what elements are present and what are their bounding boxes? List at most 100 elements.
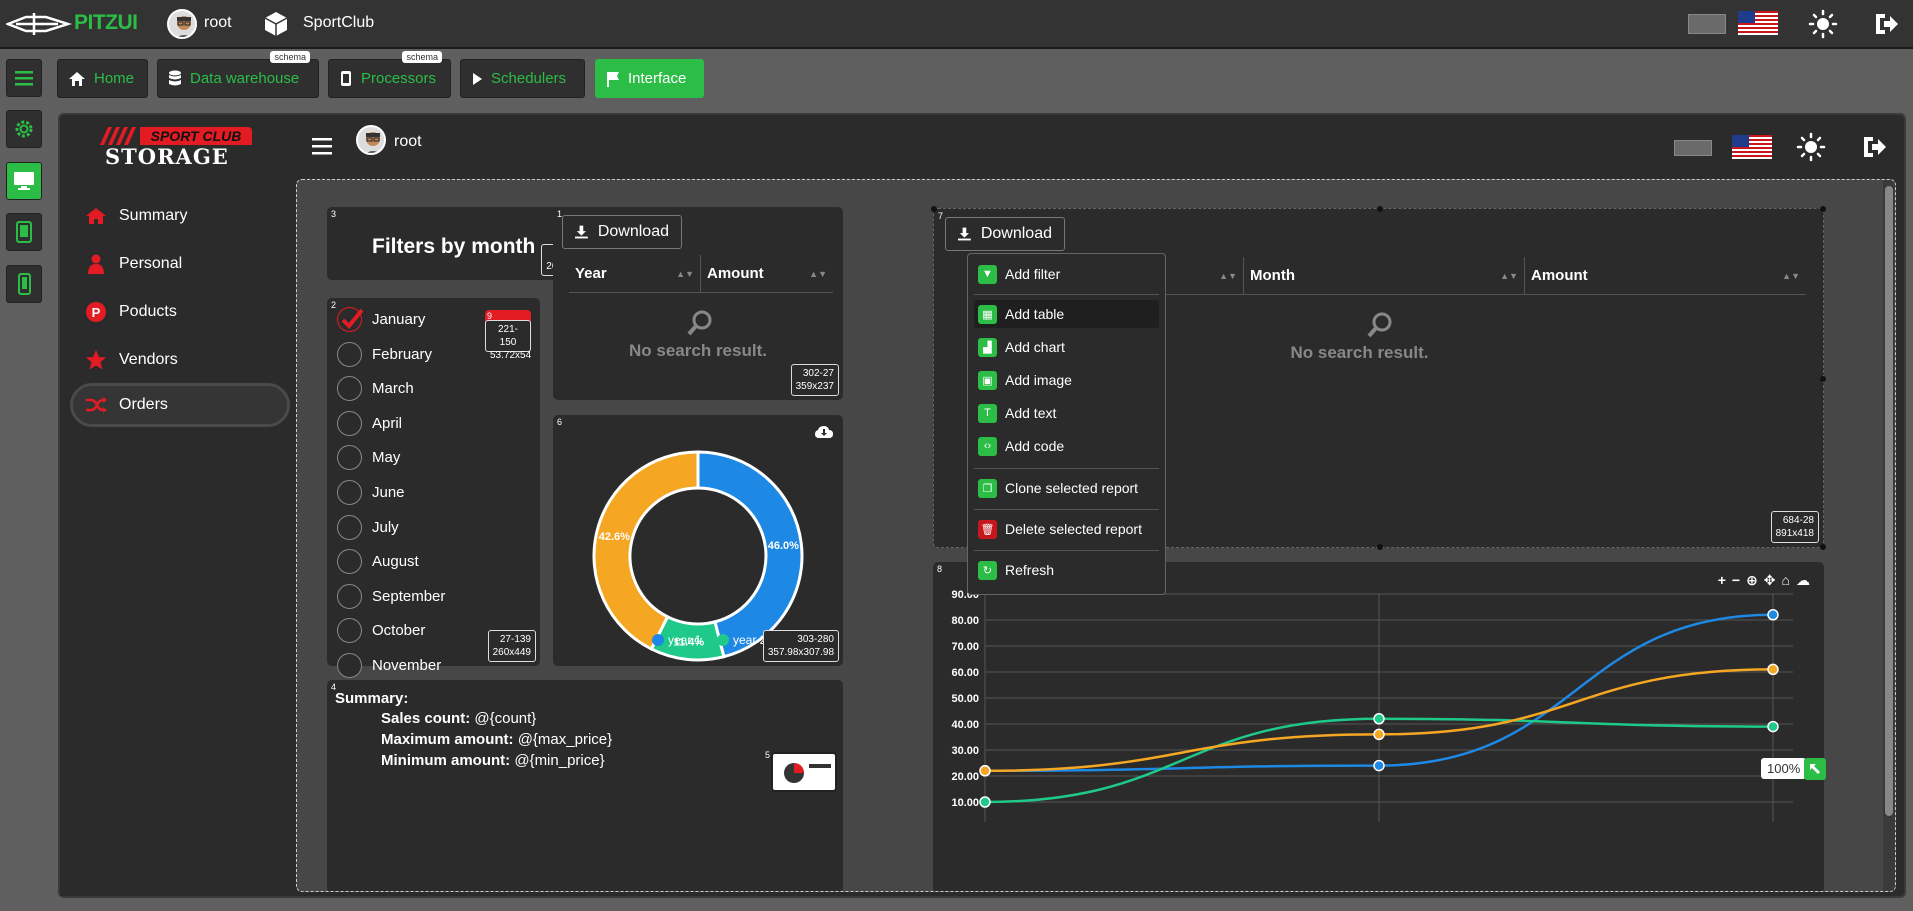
donut-chart-panel[interactable]: 6 46.0%11.4%42.6%year 1year 2year 3 303-…	[553, 415, 843, 666]
resize-handle[interactable]	[1377, 206, 1383, 212]
radio-icon[interactable]	[337, 376, 362, 402]
tablet-view-button[interactable]	[6, 213, 42, 251]
col-month[interactable]: Month ▲▼	[1244, 257, 1525, 294]
sidebar-item-poducts[interactable]: P Poducts	[80, 292, 300, 332]
data-point[interactable]	[1767, 720, 1779, 733]
legend-marker[interactable]	[652, 634, 664, 646]
month-option[interactable]: September	[337, 583, 445, 609]
menu-add-table[interactable]: ▦ Add table	[974, 300, 1159, 328]
menu-add-text[interactable]: T Add text	[974, 399, 1159, 427]
y-tick-label: 50.00	[951, 693, 979, 705]
year-amount-table-panel[interactable]: 1 Download Year ▲▼ Amount ▲▼ No search res…	[553, 207, 843, 400]
nav-processors-button[interactable]: schema Processors	[328, 51, 451, 98]
filters-title-panel[interactable]: 3 Filters by month 27-27261x92	[327, 207, 588, 280]
report-thumbnail[interactable]	[771, 752, 837, 792]
data-point[interactable]	[1767, 609, 1779, 621]
app-hamburger-icon[interactable]	[312, 137, 332, 155]
col-amount[interactable]: Amount ▲▼	[701, 255, 833, 292]
radio-icon[interactable]	[337, 480, 362, 505]
month-option[interactable]: May	[337, 445, 400, 471]
month-option[interactable]: January	[337, 307, 425, 332]
desktop-view-button[interactable]	[6, 162, 42, 200]
mobile-view-button[interactable]	[6, 265, 42, 303]
app-user-name[interactable]: root	[394, 133, 422, 151]
data-point[interactable]	[979, 765, 991, 777]
app-language-flag-other[interactable]	[1674, 140, 1712, 156]
line-chart-panel[interactable]: 8 + − ⊕ ✥ ⌂ ☁ 90.00 80.00 70.00 60.00 50.00 4…	[933, 562, 1826, 891]
menu-add-filter[interactable]: ▼ Add filter	[974, 260, 1159, 288]
menu-add-code[interactable]: ‹› Add code	[974, 432, 1159, 460]
app-logout-icon[interactable]	[1860, 133, 1888, 161]
month-option[interactable]: July	[337, 514, 399, 540]
canvas-scrollbar[interactable]	[1883, 180, 1895, 891]
resize-handle[interactable]	[1820, 206, 1826, 212]
donut-slice[interactable]	[592, 450, 700, 651]
month-filter-panel[interactable]: 2 January February March April May June July Au…	[327, 298, 540, 713]
col-amount[interactable]: Amount ▲▼	[1525, 257, 1806, 294]
language-flag-other[interactable]	[1688, 14, 1726, 34]
sidebar-item-vendors[interactable]: Vendors	[80, 340, 300, 380]
expand-button[interactable]	[1804, 758, 1826, 780]
data-point[interactable]	[1373, 759, 1385, 772]
resize-handle[interactable]	[931, 206, 937, 212]
radio-icon[interactable]	[337, 341, 362, 367]
nav-interface-button[interactable]: Interface	[595, 59, 704, 98]
chip-icon	[341, 71, 351, 86]
menu-delete-report[interactable]: 🗑 Delete selected report	[974, 515, 1159, 543]
app-theme-sun-icon[interactable]	[1796, 132, 1826, 162]
sidebar-item-summary[interactable]: Summary	[80, 196, 300, 236]
month-option[interactable]: March	[337, 376, 414, 402]
month-option[interactable]: June	[337, 480, 405, 505]
download-button[interactable]: Download	[945, 217, 1065, 251]
menu-add-image[interactable]: ▣ Add image	[974, 366, 1159, 394]
month-option[interactable]: April	[337, 410, 402, 436]
menu-clone-report[interactable]: ❐ Clone selected report	[974, 474, 1159, 502]
month-option[interactable]: November	[337, 653, 441, 678]
logout-icon[interactable]	[1872, 10, 1900, 38]
nav-data-warehouse-button[interactable]: schema Data warehouse	[157, 51, 319, 98]
menu-add-chart[interactable]: ▟ Add chart	[974, 333, 1159, 361]
legend-marker[interactable]	[717, 634, 729, 646]
resize-handle[interactable]	[1377, 544, 1383, 550]
download-button[interactable]: Download	[562, 215, 682, 249]
month-option[interactable]: August	[337, 549, 419, 575]
settings-button[interactable]	[6, 110, 42, 148]
sidebar-item-label: Poducts	[119, 303, 177, 320]
legend-label[interactable]: year 1	[668, 633, 702, 647]
month-option[interactable]: October	[337, 618, 426, 644]
data-point[interactable]	[1767, 663, 1779, 676]
radio-icon[interactable]	[337, 549, 362, 575]
sidebar-item-personal[interactable]: Personal	[80, 244, 300, 284]
data-point[interactable]	[1373, 728, 1385, 741]
data-point[interactable]	[979, 796, 991, 808]
app-language-flag-us[interactable]	[1732, 135, 1772, 159]
user-name[interactable]: root	[204, 14, 232, 32]
calendar-widget[interactable]: 9 221-150 53.72x54	[485, 310, 531, 361]
col-year[interactable]: Year ▲▼	[569, 255, 701, 292]
radio-icon[interactable]	[337, 583, 362, 609]
resize-handle[interactable]	[1820, 544, 1826, 550]
hamburger-menu-button[interactable]	[6, 59, 42, 97]
radio-icon[interactable]	[337, 514, 362, 540]
resize-handle[interactable]	[1820, 376, 1826, 382]
radio-icon[interactable]	[337, 653, 362, 678]
nav-schedulers-button[interactable]: Schedulers	[460, 59, 585, 98]
language-flag-us[interactable]	[1738, 11, 1778, 35]
data-point[interactable]	[1373, 713, 1385, 725]
month-option[interactable]: February	[337, 341, 432, 367]
project-name[interactable]: SportClub	[303, 14, 374, 32]
month-label: October	[372, 622, 426, 640]
summary-text-panel[interactable]: 4 Summary: Sales count: @{count} Maximum…	[327, 680, 843, 891]
sidebar-item-orders[interactable]: Orders	[70, 383, 290, 427]
user-avatar[interactable]	[167, 9, 197, 39]
radio-icon[interactable]	[337, 618, 362, 644]
nav-home-button[interactable]: Home	[57, 59, 148, 98]
zoom-level: 100%	[1761, 758, 1807, 779]
radio-icon[interactable]	[337, 445, 362, 471]
theme-sun-icon[interactable]	[1808, 9, 1838, 39]
app-user-avatar[interactable]	[356, 125, 386, 155]
menu-refresh[interactable]: ↻ Refresh	[974, 556, 1159, 584]
checked-radio-icon[interactable]	[337, 307, 364, 332]
radio-icon[interactable]	[337, 410, 362, 436]
legend-label[interactable]: year 2	[733, 633, 767, 647]
